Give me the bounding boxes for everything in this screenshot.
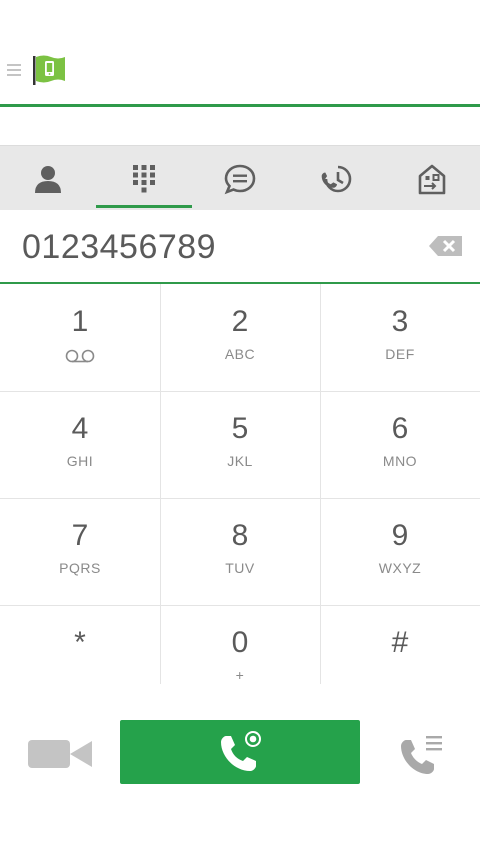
tab-transfer[interactable] — [384, 146, 480, 211]
phone-call-icon — [221, 731, 261, 771]
voicemail-icon — [65, 349, 95, 363]
call-button[interactable] — [120, 720, 360, 784]
key-digit: 1 — [71, 305, 89, 338]
key-digit: 5 — [231, 412, 249, 445]
key-5[interactable]: 5 JKL — [160, 391, 320, 498]
key-9[interactable]: 9 WXYZ — [320, 498, 480, 605]
key-letters: WXYZ — [378, 560, 422, 576]
tab-contacts[interactable] — [0, 146, 96, 211]
dialed-number[interactable]: 0123456789 — [22, 228, 216, 267]
active-tab-indicator — [96, 205, 192, 208]
key-letters: ABC — [224, 346, 256, 362]
contact-person-icon — [35, 165, 61, 193]
top-bar — [0, 0, 480, 106]
key-letters: TUV — [225, 560, 255, 576]
key-digit: 4 — [71, 412, 89, 445]
number-display-row: 0123456789 — [0, 210, 480, 282]
key-letters: JKL — [227, 453, 253, 469]
key-6[interactable]: 6 MNO — [320, 391, 480, 498]
key-digit: 6 — [391, 412, 409, 445]
tab-history[interactable] — [288, 146, 384, 211]
key-letters: MNO — [382, 453, 418, 469]
key-digit: 0 — [231, 626, 249, 659]
key-8[interactable]: 8 TUV — [160, 498, 320, 605]
key-2[interactable]: 2 ABC — [160, 284, 320, 391]
call-list-icon[interactable] — [398, 730, 446, 778]
tab-dialpad[interactable] — [96, 146, 192, 211]
tab-bar — [0, 145, 480, 210]
dialpad-grid-icon — [133, 164, 155, 192]
key-0[interactable]: 0 + — [160, 605, 320, 712]
key-digit: 9 — [391, 519, 409, 552]
chat-bubble-icon — [224, 164, 256, 194]
key-hash[interactable]: # — [320, 605, 480, 712]
key-digit: 8 — [231, 519, 249, 552]
key-digit: 3 — [391, 305, 409, 338]
call-history-clock-icon — [321, 165, 352, 192]
dialpad: 1 2 ABC 3 DEF 4 GHI 5 JKL 6 MNO 7 PQRS 8… — [0, 284, 480, 712]
video-camera-icon[interactable] — [26, 734, 94, 774]
key-4[interactable]: 4 GHI — [0, 391, 160, 498]
key-7[interactable]: 7 PQRS — [0, 498, 160, 605]
key-3[interactable]: 3 DEF — [320, 284, 480, 391]
app-flag-phone-icon — [33, 55, 65, 85]
key-digit: 7 — [71, 519, 89, 552]
key-letters: GHI — [66, 453, 94, 469]
action-bar — [0, 712, 480, 802]
backspace-icon[interactable] — [426, 232, 466, 260]
key-letters: PQRS — [59, 560, 101, 576]
key-digit: # — [391, 626, 409, 659]
building-transfer-icon — [418, 164, 446, 194]
tab-chat[interactable] — [192, 146, 288, 211]
key-digit: 2 — [231, 305, 249, 338]
key-letters: DEF — [385, 346, 415, 362]
key-star[interactable]: * — [0, 605, 160, 712]
header-spacer — [0, 107, 480, 145]
key-digit: * — [74, 626, 86, 659]
key-letters: + — [235, 667, 245, 683]
hamburger-menu-icon[interactable] — [6, 62, 22, 78]
key-1[interactable]: 1 — [0, 284, 160, 391]
